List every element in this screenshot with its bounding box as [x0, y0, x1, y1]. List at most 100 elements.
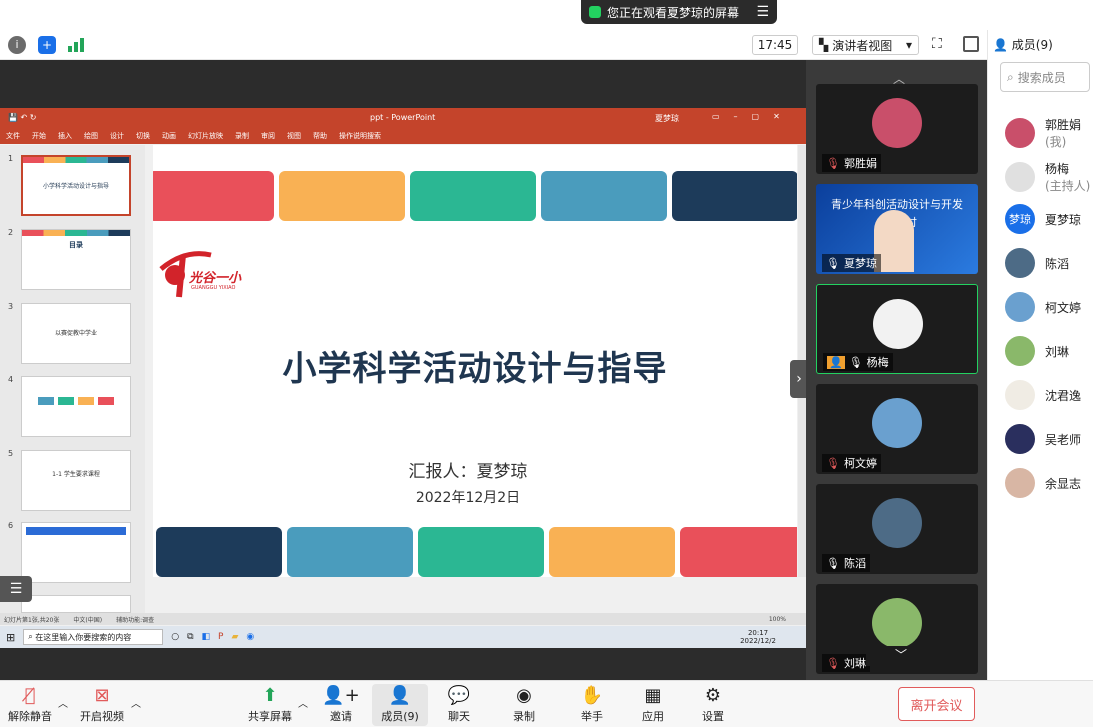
widgets-icon[interactable]: ⧉ — [187, 632, 193, 642]
member-row[interactable]: 沈君逸 — [1005, 380, 1081, 410]
menu-icon[interactable]: ☰ — [756, 4, 769, 20]
security-shield-icon[interactable]: + — [38, 36, 56, 54]
chevron-down-icon: ▾ — [905, 38, 912, 52]
slide-thumb-5[interactable]: 1-1 学生要求课程 — [21, 450, 131, 511]
ribbon-tab[interactable]: 开始 — [32, 131, 46, 141]
video-tile[interactable]: 👤 🎙 杨梅 — [816, 284, 978, 374]
camera-off-icon: ⊠ — [94, 685, 110, 706]
thumb-text: 以赛促教中学业 — [54, 330, 97, 337]
invite-label: 邀请 — [330, 710, 352, 723]
slide-thumb-1[interactable]: 小学科学活动设计与指导 — [21, 155, 131, 216]
ribbon-tab[interactable]: 文件 — [6, 131, 20, 141]
member-name-block: 郭胜娟 (我) — [1045, 116, 1081, 150]
sidebar-toggle-icon[interactable] — [963, 36, 979, 52]
video-tile[interactable]: 青少年科创活动设计与开发讨🎙夏梦琼 — [816, 184, 978, 274]
raise-hand-button[interactable]: ✋ 举手 — [564, 684, 620, 724]
slide-color-bar — [410, 171, 536, 221]
slide-thumb-4[interactable] — [21, 376, 131, 437]
info-icon[interactable]: i — [8, 36, 26, 54]
slide-thumb-3[interactable]: 以赛促教中学业 — [21, 303, 131, 364]
ribbon-tab[interactable]: 插入 — [58, 131, 72, 141]
ribbon-tab[interactable]: 录制 — [235, 131, 249, 141]
ribbon-tab[interactable]: 审阅 — [261, 131, 275, 141]
thumb-text: 目录 — [69, 241, 83, 249]
member-name: 杨梅 — [1045, 162, 1070, 176]
chevron-up-icon[interactable]: ︿ — [131, 695, 141, 710]
browser-icon[interactable]: ◉ — [246, 632, 254, 642]
video-tile[interactable]: 🎙 郭胜娟 — [816, 84, 978, 174]
thumb-number: 1 — [8, 154, 14, 163]
tile-name-text: 柯文婷 — [843, 457, 877, 470]
ribbon-tab[interactable]: 动画 — [162, 131, 176, 141]
leave-meeting-button[interactable]: 离开会议 — [898, 687, 975, 721]
video-tile[interactable]: 🎙 陈滔 — [816, 484, 978, 574]
chat-icon: 💬 — [447, 685, 471, 706]
view-mode-select[interactable]: ▚ 演讲者视图 ▾ — [812, 35, 919, 55]
member-row[interactable]: 吴老师 — [1005, 424, 1081, 454]
window-controls[interactable]: ▭–▢✕ — [712, 112, 794, 121]
mic-icon: 🎙 — [826, 256, 840, 270]
member-search-input[interactable]: ⌕ 搜索成员 — [1000, 62, 1090, 92]
ribbon-tab[interactable]: 帮助 — [313, 131, 327, 141]
signal-icon[interactable] — [68, 38, 86, 52]
invite-button[interactable]: 👤+ 邀请 — [313, 684, 369, 724]
search-icon: ⌕ — [1007, 69, 1014, 84]
ribbon-tab[interactable]: 幻灯片放映 — [188, 131, 223, 141]
windows-start-icon[interactable]: ⊞ — [6, 631, 15, 644]
ribbon-tab[interactable]: 设计 — [110, 131, 124, 141]
member-row[interactable]: 陈滔 — [1005, 248, 1069, 278]
ribbon-tab[interactable]: 视图 — [287, 131, 301, 141]
settings-button[interactable]: ⚙ 设置 — [685, 684, 741, 724]
member-role: (主持人) — [1045, 179, 1091, 193]
ribbon-tab[interactable]: 操作说明搜索 — [339, 131, 381, 141]
ppt-ribbon-tabs: 文件 开始 插入 绘图 设计 切换 动画 幻灯片放映 录制 审阅 视图 帮助 操作说明搜索 — [0, 128, 806, 144]
app-icon[interactable]: ◧ — [202, 632, 211, 642]
slide-thumb-2[interactable]: 目录 — [21, 229, 131, 290]
thumb-text: 1-1 学生要求课程 — [52, 471, 100, 478]
ppt-statusbar: 幻灯片第1张,共20张 中文(中国) 辅助功能:调查 100% — [0, 613, 806, 625]
member-row[interactable]: 柯文婷 — [1005, 292, 1081, 322]
chat-button[interactable]: 💬 聊天 — [431, 684, 487, 724]
member-row[interactable]: 梦琼 夏梦琼 — [1005, 204, 1081, 234]
member-avatar — [1005, 336, 1035, 366]
member-search-placeholder: 搜索成员 — [1017, 70, 1066, 85]
school-logo: 光谷一小 GUANGGU YIXIAO — [155, 245, 251, 301]
ribbon-tab[interactable]: 绘图 — [84, 131, 98, 141]
tile-name-text: 刘琳 — [843, 657, 866, 670]
member-row[interactable]: 杨梅 (主持人) — [1005, 160, 1090, 194]
user-icon: 👤 — [993, 38, 1008, 52]
slide-thumb-6[interactable] — [21, 522, 131, 583]
member-row[interactable]: 刘琳 — [1005, 336, 1069, 366]
apps-button[interactable]: ▦ 应用 — [625, 684, 681, 724]
chevron-down-icon[interactable]: ﹀ — [866, 646, 936, 666]
powerpoint-icon[interactable]: P — [218, 632, 223, 642]
thumb-text: 小学科学活动设计与指导 — [42, 183, 109, 190]
video-tile[interactable]: 🎙 柯文婷 — [816, 384, 978, 474]
folder-icon[interactable]: ▰ — [231, 632, 238, 642]
member-name: 余显志 — [1045, 476, 1082, 491]
member-row[interactable]: 郭胜娟 (我) — [1005, 116, 1081, 150]
share-screen-button[interactable]: ⬆ 共享屏幕 — [242, 684, 298, 724]
share-banner-text: 您正在观看夏梦琼的屏幕 — [607, 5, 740, 20]
thumb-number: 3 — [8, 302, 14, 311]
taskbar-search-box[interactable]: ⌕ 在这里输入你要搜索的内容 — [23, 629, 164, 645]
chevron-up-icon[interactable]: ︿ — [298, 695, 308, 710]
clock-date: 2022/12/2 — [740, 637, 776, 645]
member-row[interactable]: 余显志 — [1005, 468, 1081, 498]
hand-icon: ✋ — [580, 685, 604, 706]
ribbon-tab[interactable]: 切换 — [136, 131, 150, 141]
current-slide: 光谷一小 GUANGGU YIXIAO 小学科学活动设计与指导 汇报人：夏梦琼 … — [153, 145, 797, 577]
unmute-button[interactable]: 🎙̸ 解除静音 — [2, 684, 58, 724]
chevron-up-icon[interactable]: ︿ — [58, 695, 68, 710]
slide-thumb-7[interactable] — [21, 595, 131, 613]
ppt-quick-access-icons[interactable]: 💾 ↶ ↻ — [8, 113, 36, 122]
add-user-icon: 👤+ — [322, 685, 360, 706]
list-toggle-icon[interactable]: ☰ — [0, 576, 32, 602]
record-button[interactable]: ◉ 录制 — [496, 684, 552, 724]
fullscreen-icon[interactable]: ⛶ — [932, 36, 942, 52]
task-view-icon[interactable]: ○ — [171, 632, 179, 642]
start-video-button[interactable]: ⊠ 开启视频 — [74, 684, 130, 724]
zoom-level[interactable]: 100% — [769, 616, 806, 623]
mic-icon: 🎙 — [848, 355, 863, 369]
members-button[interactable]: 👤 成员(9) — [372, 684, 428, 726]
